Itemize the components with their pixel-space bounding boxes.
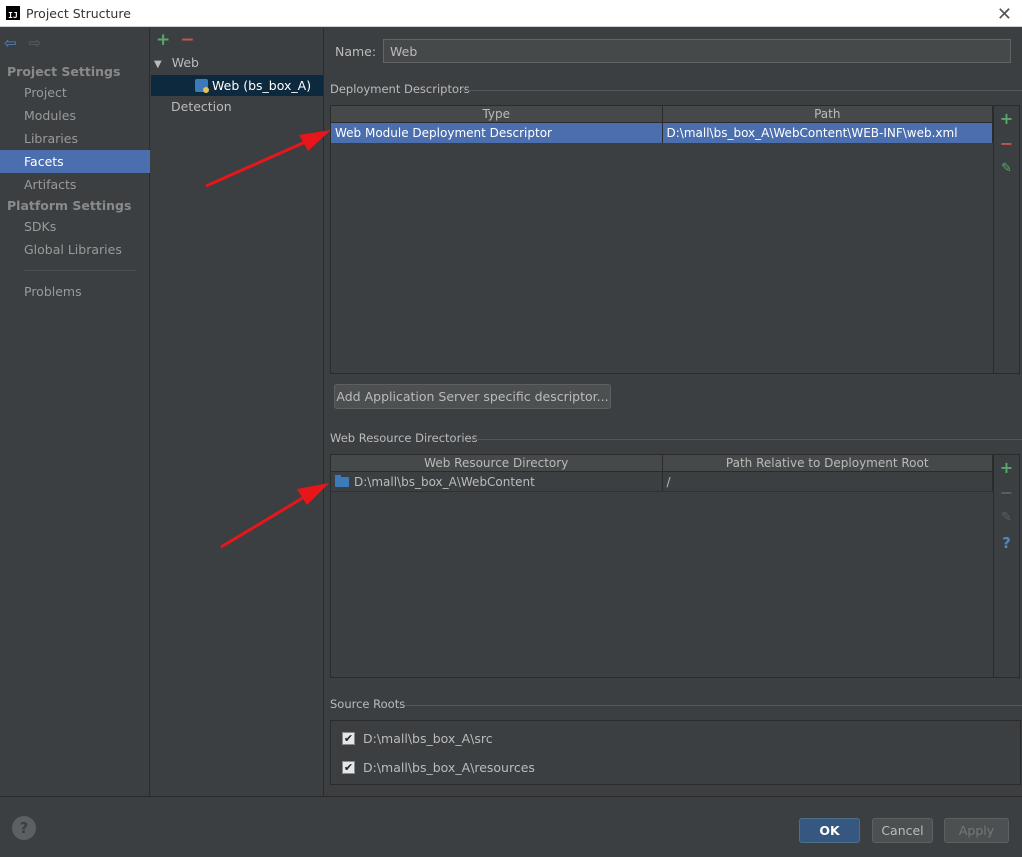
window-title: Project Structure	[26, 5, 131, 21]
name-label: Name:	[335, 44, 377, 59]
facet-tree-panel: + − ▼ Web Web (bs_box_A) Detection	[151, 28, 324, 796]
tree-node-detection[interactable]: Detection	[171, 99, 232, 114]
cell-directory: D:\mall\bs_box_A\WebContent	[331, 472, 663, 491]
deployment-descriptors-table: Type Path Web Module Deployment Descript…	[330, 105, 994, 374]
tree-node-web-facet-label: Web (bs_box_A)	[212, 78, 312, 93]
web-facet-icon	[195, 79, 209, 93]
source-root-item[interactable]: ✔ D:\mall\bs_box_A\src	[342, 731, 493, 746]
add-icon[interactable]: +	[1000, 110, 1013, 128]
cell-path: D:\mall\bs_box_A\WebContent\WEB-INF\web.…	[663, 123, 993, 143]
name-field[interactable]	[383, 39, 1011, 63]
sidebar-item-project[interactable]: Project	[0, 81, 150, 104]
back-arrow-icon[interactable]: ⇦	[4, 34, 17, 52]
sidebar-item-sdks[interactable]: SDKs	[0, 215, 150, 238]
settings-sidebar: ⇦ ⇨ Project Settings Project Modules Lib…	[0, 28, 150, 796]
column-web-resource-directory[interactable]: Web Resource Directory	[331, 455, 663, 471]
apply-button[interactable]: Apply	[944, 818, 1009, 843]
checkbox[interactable]: ✔	[342, 732, 355, 745]
ok-button[interactable]: OK	[799, 818, 860, 843]
web-resource-directories-heading: Web Resource Directories	[330, 431, 478, 445]
expand-triangle-icon[interactable]: ▼	[154, 59, 162, 70]
pencil-icon[interactable]: ✎	[1001, 160, 1012, 178]
cell-type: Web Module Deployment Descriptor	[331, 123, 663, 143]
web-resource-table: Web Resource Directory Path Relative to …	[330, 454, 994, 678]
tree-node-web-label: Web	[171, 55, 199, 70]
add-server-descriptor-button[interactable]: Add Application Server specific descript…	[334, 384, 611, 409]
column-type[interactable]: Type	[331, 106, 663, 122]
platform-settings-heading: Platform Settings	[7, 198, 132, 213]
checkbox[interactable]: ✔	[342, 761, 355, 774]
source-roots-list: ✔ D:\mall\bs_box_A\src ✔ D:\mall\bs_box_…	[330, 720, 1021, 785]
add-icon[interactable]: +	[1000, 459, 1013, 477]
facet-detail-panel: Name: Deployment Descriptors Type Path W…	[325, 28, 1022, 796]
cancel-button[interactable]: Cancel	[872, 818, 933, 843]
sidebar-item-facets[interactable]: Facets	[0, 150, 150, 173]
column-relative-path[interactable]: Path Relative to Deployment Root	[663, 455, 993, 471]
deployment-toolbar: + − ✎	[994, 105, 1020, 374]
source-root-path: D:\mall\bs_box_A\resources	[363, 760, 535, 775]
table-header: Type Path	[331, 106, 993, 123]
source-roots-heading: Source Roots	[330, 697, 406, 711]
dialog-footer: ? OK Cancel Apply	[0, 796, 1022, 857]
group-divider	[460, 90, 1022, 91]
table-row[interactable]: D:\mall\bs_box_A\WebContent /	[331, 472, 993, 492]
tree-node-web[interactable]: ▼ Web	[154, 55, 199, 70]
nav-arrows: ⇦ ⇨	[4, 34, 41, 52]
cell-directory-text: D:\mall\bs_box_A\WebContent	[354, 475, 535, 489]
table-header: Web Resource Directory Path Relative to …	[331, 455, 993, 472]
tree-toolbar: + −	[156, 30, 195, 50]
sidebar-item-modules[interactable]: Modules	[0, 104, 150, 127]
sidebar-item-global-libraries[interactable]: Global Libraries	[0, 238, 150, 261]
help-icon[interactable]: ?	[12, 816, 36, 840]
sidebar-item-libraries[interactable]: Libraries	[0, 127, 150, 150]
title-bar: IJ Project Structure ✕	[0, 0, 1022, 27]
pencil-icon[interactable]: ✎	[1001, 509, 1012, 527]
source-root-path: D:\mall\bs_box_A\src	[363, 731, 493, 746]
deployment-descriptors-heading: Deployment Descriptors	[330, 82, 470, 96]
sidebar-item-problems[interactable]: Problems	[0, 280, 150, 303]
group-divider	[405, 705, 1022, 706]
remove-icon[interactable]: −	[180, 30, 194, 50]
source-root-item[interactable]: ✔ D:\mall\bs_box_A\resources	[342, 760, 535, 775]
help-icon[interactable]: ?	[1002, 534, 1011, 552]
group-divider	[470, 439, 1022, 440]
remove-icon[interactable]: −	[1000, 135, 1013, 153]
sidebar-divider	[24, 270, 136, 271]
close-icon[interactable]: ✕	[997, 4, 1012, 25]
intellij-logo-icon: IJ	[6, 6, 20, 20]
remove-icon[interactable]: −	[1000, 484, 1013, 502]
table-row[interactable]: Web Module Deployment Descriptor D:\mall…	[331, 123, 993, 143]
project-settings-heading: Project Settings	[7, 64, 121, 79]
sidebar-item-artifacts[interactable]: Artifacts	[0, 173, 150, 196]
tree-node-web-facet[interactable]: Web (bs_box_A)	[151, 75, 323, 96]
cell-relative-path: /	[663, 472, 993, 491]
web-resource-toolbar: + − ✎ ?	[994, 454, 1020, 678]
column-path[interactable]: Path	[663, 106, 993, 122]
add-icon[interactable]: +	[156, 30, 170, 50]
folder-icon	[335, 475, 349, 487]
forward-arrow-icon[interactable]: ⇨	[29, 34, 42, 52]
